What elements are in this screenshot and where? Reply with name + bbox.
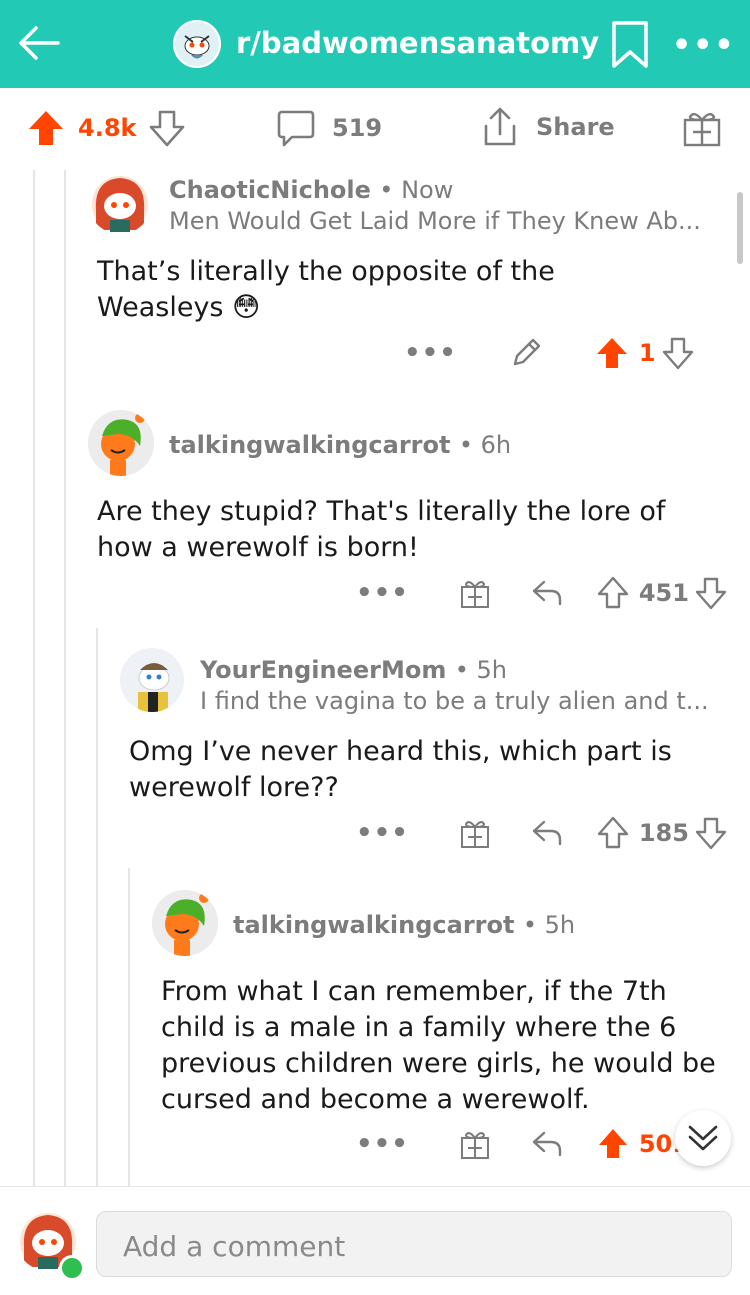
award-icon[interactable] (459, 817, 491, 849)
avatar[interactable] (152, 890, 218, 956)
subreddit-avatar[interactable] (173, 20, 221, 68)
thread-line[interactable] (33, 170, 35, 1186)
comment-username[interactable]: talkingwalkingcarrot (169, 431, 450, 459)
comment-context[interactable]: Men Would Get Laid More if They Knew Ab.… (169, 207, 701, 235)
downvote-icon[interactable] (695, 576, 727, 610)
comment-score: 451 (638, 579, 689, 607)
jump-down-button[interactable] (675, 1110, 731, 1166)
comment-username[interactable]: YourEngineerMom (200, 656, 446, 684)
comment-time: • 6h (458, 431, 512, 459)
comment-more-button[interactable]: ••• (356, 1129, 409, 1159)
upvote-icon[interactable] (597, 816, 629, 850)
avatar[interactable] (88, 410, 154, 476)
top-bar: r/badwomensanatomy ••• (0, 0, 750, 88)
upvote-icon[interactable] (26, 108, 66, 148)
reply-icon[interactable] (531, 1129, 563, 1159)
back-arrow-icon[interactable] (14, 18, 64, 68)
comment-composer: Add a comment (0, 1186, 750, 1295)
online-status-dot (59, 1255, 85, 1281)
downvote-icon[interactable] (695, 816, 727, 850)
edit-icon[interactable] (509, 336, 543, 370)
comment-time: • 5h (454, 656, 507, 684)
thread-line[interactable] (128, 868, 130, 1186)
comment-score: 1 (638, 339, 656, 367)
comment-more-button[interactable]: ••• (356, 578, 409, 608)
avatar[interactable] (120, 648, 184, 712)
share-label: Share (536, 113, 615, 141)
award-icon[interactable] (459, 1128, 491, 1160)
comment-body: Are they stupid? That's literally the lo… (97, 496, 666, 563)
comment-body: Omg I’ve never heard this, which part is… (129, 736, 672, 803)
double-chevron-down-icon (686, 1121, 720, 1155)
share-button[interactable]: Share (480, 106, 615, 148)
comment-icon (276, 108, 316, 148)
bookmark-icon[interactable] (610, 20, 650, 70)
reply-icon[interactable] (531, 818, 563, 848)
comment-body: That’s literally the opposite of the Wea… (97, 256, 555, 323)
comment-input-placeholder: Add a comment (123, 1230, 346, 1263)
post-action-bar: 4.8k 519 Share (0, 88, 750, 168)
comment-context[interactable]: I find the vagina to be a truly alien an… (200, 687, 709, 715)
share-icon (480, 106, 520, 148)
thread-line[interactable] (96, 628, 98, 1186)
award-icon[interactable] (459, 577, 491, 609)
post-score: 4.8k (78, 114, 137, 142)
award-icon[interactable] (682, 108, 722, 148)
comment-score: 185 (638, 819, 689, 847)
subreddit-name[interactable]: r/badwomensanatomy (236, 26, 599, 60)
comment-username[interactable]: ChaoticNichole (169, 176, 371, 204)
avatar[interactable] (88, 170, 152, 234)
thread-line[interactable] (64, 170, 66, 1186)
comments-button[interactable]: 519 (276, 108, 382, 148)
upvote-icon[interactable] (595, 336, 629, 370)
reply-icon[interactable] (531, 578, 563, 608)
comment-more-button[interactable]: ••• (404, 338, 457, 368)
comment-username[interactable]: talkingwalkingcarrot (233, 911, 514, 939)
downvote-icon[interactable] (662, 336, 694, 370)
comment-count: 519 (332, 114, 383, 142)
comment-body: From what I can remember, if the 7th chi… (161, 976, 716, 1115)
comment-time: • Now (379, 176, 454, 204)
more-options-icon[interactable]: ••• (672, 28, 736, 63)
comment-input[interactable]: Add a comment (96, 1211, 732, 1277)
comment-more-button[interactable]: ••• (356, 818, 409, 848)
upvote-icon[interactable] (597, 576, 629, 610)
comment-time: • 5h (522, 911, 576, 939)
scrollbar[interactable] (737, 192, 743, 264)
upvote-icon[interactable] (597, 1127, 629, 1161)
downvote-icon[interactable] (148, 108, 186, 148)
